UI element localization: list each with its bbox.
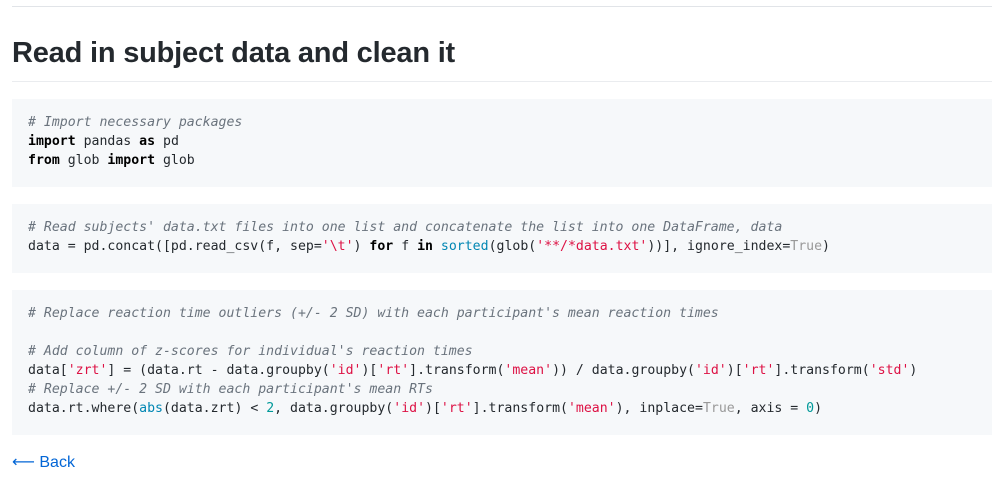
- code-text: ): [909, 363, 918, 378]
- code-line: # Replace +/- 2 SD with each participant…: [28, 380, 992, 399]
- code-line: data['zrt'] = (data.rt - data.groupby('i…: [28, 361, 992, 380]
- code-constant: True: [702, 401, 735, 416]
- code-text: pandas: [75, 134, 140, 149]
- code-comment: # Import necessary packages: [28, 115, 243, 130]
- title-divider: [12, 81, 992, 82]
- code-string: 'mean': [504, 363, 553, 378]
- code-keyword: for: [369, 239, 394, 254]
- code-string: 'id': [329, 363, 362, 378]
- code-line: data = pd.concat([pd.read_csv(f, sep='\t…: [28, 237, 992, 256]
- code-keyword: as: [139, 134, 156, 149]
- code-line: # Replace reaction time outliers (+/- 2 …: [28, 304, 992, 323]
- code-text: ): [353, 239, 370, 254]
- code-text: ): [822, 239, 830, 254]
- code-line: # Read subjects' data.txt files into one…: [28, 218, 992, 237]
- code-text: ].transform(: [472, 401, 568, 416]
- code-line: data.rt.where(abs(data.zrt) < 2, data.gr…: [28, 399, 992, 418]
- code-text: ), inplace=: [615, 401, 703, 416]
- code-string: 'id': [393, 401, 426, 416]
- code-text: ))], ignore_index=: [647, 239, 791, 254]
- code-number: 0: [806, 401, 815, 416]
- code-builtin: sorted: [440, 239, 489, 254]
- code-keyword: from: [28, 153, 60, 168]
- code-text: f: [393, 239, 418, 254]
- code-constant: True: [790, 239, 823, 254]
- code-comment: # Replace +/- 2 SD with each participant…: [28, 382, 433, 397]
- code-text: , axis =: [734, 401, 807, 416]
- code-text: )[: [726, 363, 743, 378]
- code-comment: # Add column of z-scores for individual'…: [28, 344, 473, 359]
- code-block-clean-outliers: # Replace reaction time outliers (+/- 2 …: [12, 290, 992, 435]
- code-string: '\t': [321, 239, 354, 254]
- code-block-read-data: # Read subjects' data.txt files into one…: [12, 204, 992, 273]
- code-line: # Add column of z-scores for individual'…: [28, 342, 992, 361]
- code-builtin: abs: [139, 401, 163, 416]
- code-text: glob: [59, 153, 108, 168]
- code-comment: # Replace reaction time outliers (+/- 2 …: [28, 306, 719, 321]
- code-text: )[: [361, 363, 378, 378]
- code-text: ].transform(: [774, 363, 870, 378]
- code-text: data[: [28, 363, 68, 378]
- code-keyword: import: [28, 134, 76, 149]
- code-string: 'id': [694, 363, 727, 378]
- code-keyword: import: [107, 153, 156, 168]
- code-string: 'rt': [377, 363, 410, 378]
- back-link[interactable]: ⟵ Back: [12, 453, 75, 473]
- code-string: '**/*data.txt': [536, 239, 648, 254]
- code-string: 'rt': [440, 401, 473, 416]
- code-text: data.rt.where(: [28, 401, 140, 416]
- code-line: from glob import glob: [28, 151, 992, 170]
- code-text: pd: [155, 134, 179, 149]
- code-text: , data.groupby(: [274, 401, 394, 416]
- code-text: )[: [425, 401, 441, 416]
- page-title: Read in subject data and clean it: [12, 37, 456, 69]
- code-keyword: in: [417, 239, 433, 254]
- code-string: 'std': [869, 363, 910, 378]
- code-block-imports: # Import necessary packages import pandas…: [12, 99, 992, 187]
- code-line: import pandas as pd: [28, 132, 992, 151]
- code-text: ] = (data.rt - data.groupby(: [107, 363, 330, 378]
- code-text: glob: [155, 153, 195, 168]
- code-string: 'mean': [567, 401, 616, 416]
- code-line: # Import necessary packages: [28, 113, 992, 132]
- code-text: ].transform(: [409, 363, 505, 378]
- code-string: 'rt': [742, 363, 775, 378]
- code-comment: # Read subjects' data.txt files into one…: [28, 220, 783, 235]
- code-number: 2: [266, 401, 275, 416]
- code-text: )) / data.groupby(: [552, 363, 695, 378]
- code-string: 'zrt': [67, 363, 108, 378]
- code-text: ): [814, 401, 823, 416]
- top-divider: [12, 6, 992, 7]
- code-text: data = pd.concat([pd.read_csv(f, sep=: [28, 239, 322, 254]
- code-text: (data.zrt) <: [162, 401, 267, 416]
- code-text: (glob(: [488, 239, 537, 254]
